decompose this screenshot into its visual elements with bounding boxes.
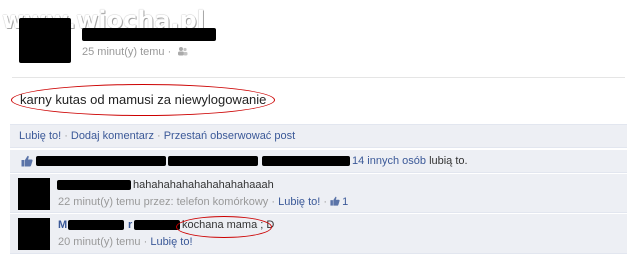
post-time[interactable]: 25 minut(y) temu bbox=[82, 46, 165, 58]
commenter-name-initial[interactable]: M bbox=[58, 219, 67, 231]
add-comment-link[interactable]: Dodaj komentarz bbox=[71, 130, 154, 142]
commenter-name-censored bbox=[68, 220, 124, 230]
comment-text: hahahahahahahahahahaaah bbox=[133, 179, 274, 191]
post-divider bbox=[12, 77, 625, 78]
comment-highlight-circle bbox=[176, 216, 272, 238]
people-icon[interactable] bbox=[177, 46, 188, 56]
likes-summary: 14 innych osób lubią to. bbox=[352, 155, 468, 167]
commenter-name-censored bbox=[134, 220, 180, 230]
liker-names-censored bbox=[36, 156, 166, 166]
like-count-value: 1 bbox=[342, 196, 349, 208]
poster-name-censored bbox=[82, 28, 216, 41]
comment-meta-separator: · bbox=[323, 196, 328, 208]
thumbs-up-icon bbox=[330, 196, 340, 206]
post-actions-bar: Lubię to! · Dodaj komentarz · Przestań obser… bbox=[10, 124, 627, 148]
commenter-name-mid-initial[interactable]: r bbox=[128, 219, 132, 231]
commenter-avatar-censored bbox=[18, 178, 50, 210]
comment-time: 20 minut(y) temu bbox=[58, 236, 141, 248]
unfollow-post-link[interactable]: Przestań obserwować post bbox=[164, 130, 295, 142]
liker-names-censored bbox=[262, 156, 350, 166]
comment-meta: 20 minut(y) temu · Lubię to! bbox=[58, 236, 193, 248]
liker-names-censored bbox=[168, 156, 258, 166]
action-separator: · bbox=[157, 130, 161, 142]
thumbs-up-icon bbox=[21, 155, 33, 167]
like-link[interactable]: Lubię to! bbox=[19, 130, 61, 142]
others-like-link[interactable]: 14 innych osób bbox=[352, 155, 426, 167]
comment-item: hahahahahahahahahahaaah 22 minut(y) temu… bbox=[10, 174, 627, 213]
comment-time: 22 minut(y) temu przez: telefon komórkow… bbox=[58, 196, 269, 208]
post-meta-separator: · bbox=[167, 46, 172, 58]
likes-row: 14 innych osób lubią to. bbox=[10, 150, 627, 173]
poster-avatar-censored bbox=[19, 18, 71, 63]
comment-item: M r kochana mama ; D 20 minut(y) temu · … bbox=[10, 214, 627, 254]
comment-like-link[interactable]: Lubię to! bbox=[150, 236, 192, 248]
action-separator: · bbox=[64, 130, 68, 142]
comment-like-count[interactable]: 1 bbox=[330, 196, 348, 208]
post-meta: 25 minut(y) temu · bbox=[82, 46, 188, 58]
likes-suffix: lubią to. bbox=[429, 155, 468, 167]
comment-meta-separator: · bbox=[143, 236, 148, 248]
commenter-name-censored bbox=[57, 180, 131, 190]
commenter-avatar-censored bbox=[18, 218, 50, 250]
status-highlight-circle bbox=[11, 84, 275, 116]
comment-meta: 22 minut(y) temu przez: telefon komórkow… bbox=[58, 196, 348, 208]
comment-meta-separator: · bbox=[271, 196, 276, 208]
comment-like-link[interactable]: Lubię to! bbox=[278, 196, 320, 208]
